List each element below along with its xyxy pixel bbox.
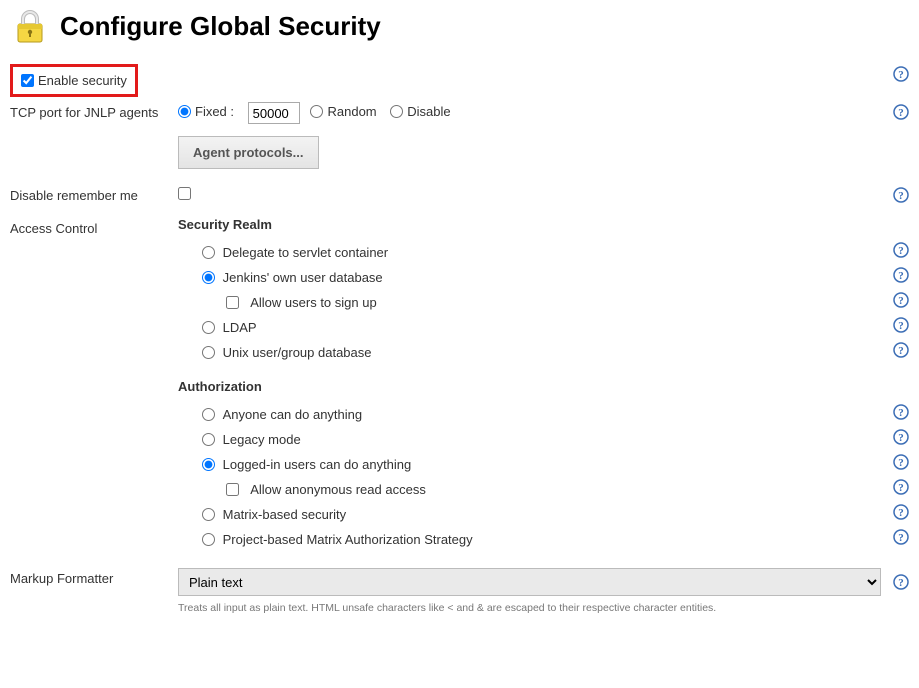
- lock-icon: [10, 6, 50, 46]
- allow-signup-checkbox[interactable]: [226, 296, 239, 309]
- realm-unix-label: Unix user/group database: [223, 345, 372, 360]
- enable-security-highlighted-box: Enable security: [10, 64, 138, 97]
- allow-anon-read-checkbox[interactable]: [226, 483, 239, 496]
- authz-matrix-radio[interactable]: [202, 508, 215, 521]
- authz-project-matrix-radio[interactable]: [202, 533, 215, 546]
- authz-loggedin-label: Logged-in users can do anything: [223, 457, 412, 472]
- help-icon[interactable]: [893, 479, 909, 495]
- disable-remember-me-checkbox[interactable]: [178, 187, 191, 200]
- authorization-heading: Authorization: [178, 379, 909, 394]
- help-icon[interactable]: [893, 267, 909, 283]
- help-icon[interactable]: [893, 317, 909, 333]
- authz-loggedin-radio[interactable]: [202, 458, 215, 471]
- enable-security-label: Enable security: [38, 73, 127, 88]
- help-icon[interactable]: [893, 574, 909, 590]
- authz-matrix-label: Matrix-based security: [223, 507, 347, 522]
- help-icon[interactable]: [893, 454, 909, 470]
- disable-remember-me-label: Disable remember me: [10, 185, 178, 203]
- help-icon[interactable]: [893, 66, 909, 82]
- jnlp-disable-option[interactable]: Disable: [390, 104, 450, 119]
- jnlp-fixed-option[interactable]: Fixed :: [178, 104, 234, 119]
- realm-jenkinsdb-radio[interactable]: [202, 271, 215, 284]
- realm-ldap-label: LDAP: [223, 320, 257, 335]
- access-control-label: Access Control: [10, 211, 178, 236]
- authz-anyone-label: Anyone can do anything: [223, 407, 363, 422]
- help-icon[interactable]: [893, 342, 909, 358]
- jnlp-fixed-radio[interactable]: [178, 105, 191, 118]
- authz-project-matrix-label: Project-based Matrix Authorization Strat…: [223, 532, 473, 547]
- jnlp-disable-radio[interactable]: [390, 105, 403, 118]
- page-title: Configure Global Security: [60, 11, 381, 42]
- realm-delegate-label: Delegate to servlet container: [223, 245, 388, 260]
- jnlp-random-radio[interactable]: [310, 105, 323, 118]
- jnlp-port-input[interactable]: [248, 102, 300, 124]
- realm-jenkinsdb-label: Jenkins' own user database: [223, 270, 383, 285]
- help-icon[interactable]: [893, 187, 909, 203]
- markup-formatter-label: Markup Formatter: [10, 568, 178, 586]
- help-icon[interactable]: [893, 242, 909, 258]
- markup-formatter-select[interactable]: Plain text: [178, 568, 881, 596]
- enable-security-checkbox[interactable]: [21, 74, 34, 87]
- page-header: Configure Global Security: [10, 6, 909, 46]
- security-realm-heading: Security Realm: [178, 217, 909, 232]
- authz-anyone-radio[interactable]: [202, 408, 215, 421]
- authz-legacy-label: Legacy mode: [223, 432, 301, 447]
- allow-signup-label: Allow users to sign up: [250, 295, 376, 310]
- allow-anon-read-label: Allow anonymous read access: [250, 482, 426, 497]
- help-icon[interactable]: [893, 104, 909, 120]
- jnlp-random-option[interactable]: Random: [310, 104, 376, 119]
- realm-delegate-radio[interactable]: [202, 246, 215, 259]
- help-icon[interactable]: [893, 529, 909, 545]
- authz-legacy-radio[interactable]: [202, 433, 215, 446]
- help-icon[interactable]: [893, 404, 909, 420]
- help-icon[interactable]: [893, 429, 909, 445]
- realm-unix-radio[interactable]: [202, 346, 215, 359]
- markup-formatter-hint: Treats all input as plain text. HTML uns…: [178, 602, 881, 614]
- help-icon[interactable]: [893, 292, 909, 308]
- jnlp-port-label: TCP port for JNLP agents: [10, 102, 178, 120]
- help-icon[interactable]: [893, 504, 909, 520]
- agent-protocols-button[interactable]: Agent protocols...: [178, 136, 319, 169]
- realm-ldap-radio[interactable]: [202, 321, 215, 334]
